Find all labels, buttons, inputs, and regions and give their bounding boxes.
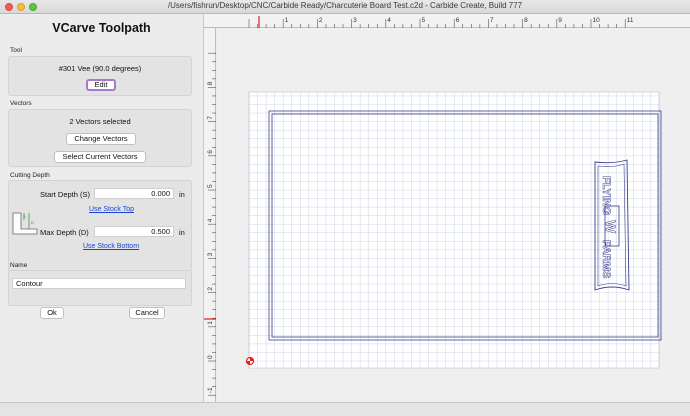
origin-marker-icon [245, 356, 255, 366]
start-depth-label: Start Depth (S) [40, 190, 91, 199]
vertical-ruler: 8 7 6 5 4 3 2 1 0 -1 [204, 28, 216, 402]
cancel-button[interactable]: Cancel [129, 307, 165, 319]
name-section-label: Name [10, 262, 28, 269]
panel-title: VCarve Toolpath [52, 21, 151, 35]
ruler-y-label: 2 [207, 287, 214, 291]
ruler-x-label: 4 [387, 17, 391, 24]
ruler-y-label: -1 [207, 387, 214, 393]
status-bar [0, 402, 690, 416]
window-title: /Users/fishrun/Desktop/CNC/Carbide Ready… [167, 1, 523, 10]
tool-group: #301 Vee (90.0 degrees) Edit [8, 56, 192, 96]
horizontal-ruler-ticks: 1 2 3 4 5 6 7 8 9 10 11 [248, 16, 634, 28]
use-stock-bottom-link[interactable]: Use Stock Bottom [83, 243, 139, 250]
tool-section-label: Tool [10, 47, 22, 54]
ruler-x-label: 6 [456, 17, 460, 24]
design-canvas[interactable]: FLYING W FARMS [217, 28, 690, 402]
ruler-x-label: 3 [353, 17, 357, 24]
ruler-y-label: 8 [207, 81, 214, 85]
vcarve-toolpath-panel: VCarve Toolpath Tool #301 Vee (90.0 degr… [0, 14, 203, 402]
start-depth-input[interactable] [94, 188, 174, 199]
ruler-y-label: 7 [207, 116, 214, 120]
change-vectors-button[interactable]: Change Vectors [66, 133, 136, 145]
use-stock-top-link[interactable]: Use Stock Top [89, 206, 134, 213]
depth-icon-label-d: D [31, 220, 34, 225]
ok-button[interactable]: Ok [40, 307, 64, 319]
ruler-x-label: 9 [558, 17, 562, 24]
ruler-x-label: 8 [524, 17, 528, 24]
ruler-y-label: 5 [207, 184, 214, 188]
ruler-x-label: 11 [627, 17, 634, 24]
vectors-selected-status: 2 Vectors selected [69, 117, 131, 126]
edit-tool-button[interactable]: Edit [86, 79, 116, 91]
ruler-x-label: 10 [593, 17, 601, 24]
vectors-section-label: Vectors [10, 100, 32, 107]
max-depth-input[interactable] [94, 226, 174, 237]
depth-diagram-icon: S D [12, 212, 38, 235]
depth-icon-label-s: S [23, 214, 26, 219]
logo-text-w: W [603, 220, 619, 234]
ruler-y-label: 1 [207, 321, 214, 325]
ruler-y-label: 3 [207, 252, 214, 256]
tool-name: #301 Vee (90.0 degrees) [58, 64, 142, 73]
title-bar: /Users/fishrun/Desktop/CNC/Carbide Ready… [0, 0, 690, 14]
vectors-group: 2 Vectors selected Change Vectors Select… [8, 109, 192, 167]
ruler-x-label: 5 [422, 17, 426, 24]
ruler-y-label: 6 [207, 150, 214, 154]
vertical-ruler-ticks: 8 7 6 5 4 3 2 1 0 -1 [204, 52, 216, 396]
select-current-vectors-button[interactable]: Select Current Vectors [54, 151, 146, 163]
ruler-x-label: 7 [490, 17, 494, 24]
logo-text-farms: FARMS [600, 240, 612, 279]
cutting-depth-section-label: Cutting Depth [10, 172, 50, 179]
horizontal-ruler: 1 2 3 4 5 6 7 8 9 10 11 [204, 14, 690, 28]
ruler-y-label: 4 [207, 218, 214, 222]
max-depth-unit: in [179, 228, 185, 237]
ruler-y-label: 0 [207, 355, 214, 359]
ruler-x-label: 2 [319, 17, 323, 24]
toolpath-name-input[interactable] [12, 278, 186, 289]
ruler-x-label: 1 [285, 17, 289, 24]
design-canvas-drawing[interactable]: FLYING W FARMS [217, 28, 690, 402]
start-depth-unit: in [179, 190, 185, 199]
max-depth-label: Max Depth (D) [40, 228, 89, 237]
logo-text-flying: FLYING [600, 176, 612, 215]
